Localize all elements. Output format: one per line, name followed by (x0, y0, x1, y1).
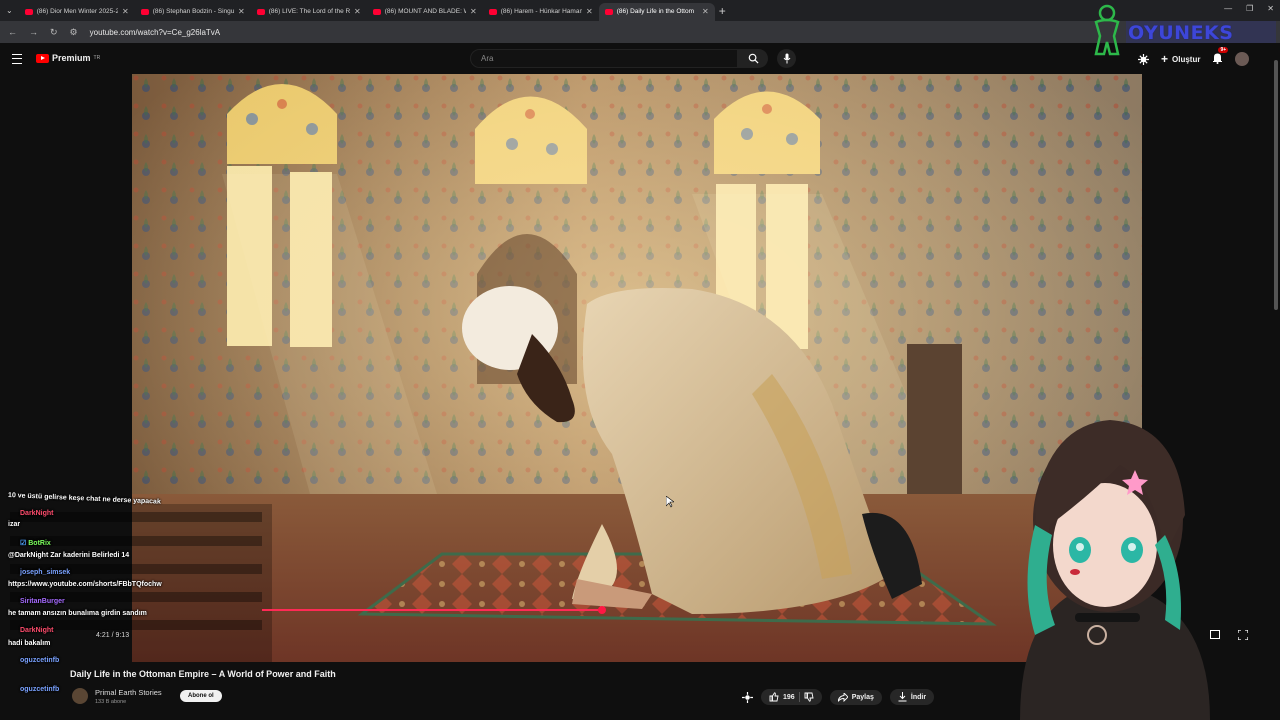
youtube-favicon-icon (604, 8, 613, 15)
search-icon (748, 53, 759, 64)
watermark-text: OYUNEKS (1128, 22, 1234, 44)
chat-message: he tamam ansızın bunalıma girdin sandım (8, 610, 147, 617)
like-dislike-group: 196 (761, 689, 822, 705)
thumbs-down-icon[interactable] (804, 692, 814, 702)
reload-icon[interactable]: ↻ (50, 27, 58, 38)
browser-tab[interactable]: (86) Stephan Bodzin - Singular ✕ (135, 3, 251, 21)
tab-search-icon[interactable]: ⌄ (6, 6, 13, 15)
nav-buttons: ← → ↻ ⚙ (8, 27, 78, 38)
chat-message: https://www.youtube.com/shorts/FBbTQfoch… (8, 581, 162, 588)
vtuber-avatar-overlay (1020, 420, 1210, 720)
browser-tab[interactable]: (86) LIVE: The Lord of the Ri ✕ (251, 3, 367, 21)
new-tab-icon[interactable]: + (719, 4, 726, 18)
progress-bar[interactable] (262, 609, 602, 611)
chat-username: DarkNight (20, 627, 54, 634)
url-field[interactable]: youtube.com/watch?v=Ce_g26laTvA (90, 28, 221, 37)
fullscreen-icon[interactable] (1238, 630, 1248, 640)
like-button[interactable]: 196 (769, 692, 795, 702)
voice-search-button[interactable] (777, 49, 796, 68)
browser-tab-active[interactable]: (86) Daily Life in the Ottom ✕ (598, 2, 715, 21)
chat-message: hadi bakalım (8, 640, 51, 647)
back-icon[interactable]: ← (8, 27, 17, 38)
verified-badge-icon: ☑ (20, 540, 27, 547)
forward-icon[interactable]: → (29, 27, 38, 38)
share-button[interactable]: Paylaş (829, 689, 882, 705)
close-tab-icon[interactable]: ✕ (122, 7, 129, 16)
progress-scrubber[interactable] (598, 606, 606, 614)
close-tab-icon[interactable]: ✕ (470, 7, 477, 16)
chat-username: DarkNight (20, 510, 54, 517)
search-button[interactable] (738, 49, 768, 68)
thumbs-up-icon (769, 692, 779, 702)
player-right-controls (1210, 630, 1248, 640)
chat-username: oguzcetinfb (20, 657, 60, 664)
youtube-favicon-icon (140, 8, 149, 15)
time-display: 4:21 / 9:13 (96, 632, 130, 639)
chat-username: SiritanBurger (20, 598, 65, 605)
microphone-icon (783, 53, 790, 64)
video-title: Daily Life in the Ottoman Empire – A Wor… (70, 669, 336, 679)
chat-message: izar (8, 521, 21, 528)
chat-username: oguzcetinfb (20, 686, 60, 693)
hamburger-menu-icon[interactable] (12, 54, 22, 64)
chat-username: joseph_simsek (20, 569, 71, 576)
video-actions: 196 Paylaş İndir (742, 689, 935, 705)
subscribe-button[interactable]: Abone ol (180, 690, 222, 702)
close-tab-icon[interactable]: ✕ (238, 7, 245, 16)
mouse-cursor-icon (666, 496, 674, 508)
channel-avatar[interactable] (72, 688, 88, 704)
browser-tab[interactable]: (86) MOUNT AND BLADE: War✕ (367, 3, 483, 21)
premium-sparkle-icon[interactable] (742, 691, 753, 703)
site-info-icon[interactable]: ⚙ (70, 27, 78, 38)
search-input[interactable]: Ara (470, 49, 738, 68)
close-tab-icon[interactable]: ✕ (586, 7, 593, 16)
youtube-logo-icon (36, 53, 49, 63)
download-button[interactable]: İndir (889, 689, 935, 705)
youtube-favicon-icon (372, 8, 381, 15)
chat-username: ☑ BotRix (20, 540, 51, 547)
theater-mode-icon[interactable] (1210, 630, 1220, 639)
youtube-favicon-icon (488, 8, 497, 15)
youtube-favicon-icon (256, 8, 265, 15)
divider (798, 692, 800, 702)
page-scrollbar[interactable] (1274, 60, 1278, 310)
download-icon (898, 692, 907, 702)
browser-tab[interactable]: (86) Dior Men Winter 2025-202 ✕ (19, 3, 135, 21)
subscriber-count: 133 B abone (95, 699, 127, 705)
close-tab-icon[interactable]: ✕ (354, 7, 361, 16)
youtube-premium-logo[interactable]: Premium TR (36, 53, 100, 63)
chat-message: @DarkNight Zar kaderini Belirledi 14 (8, 552, 130, 559)
share-icon (837, 692, 848, 702)
close-tab-icon[interactable]: ✕ (702, 7, 709, 16)
youtube-favicon-icon (24, 8, 33, 15)
browser-tab[interactable]: (86) Harem - Hünkar Hamamı ✕ (483, 3, 599, 21)
channel-name[interactable]: Primal Earth Stories (95, 688, 162, 697)
